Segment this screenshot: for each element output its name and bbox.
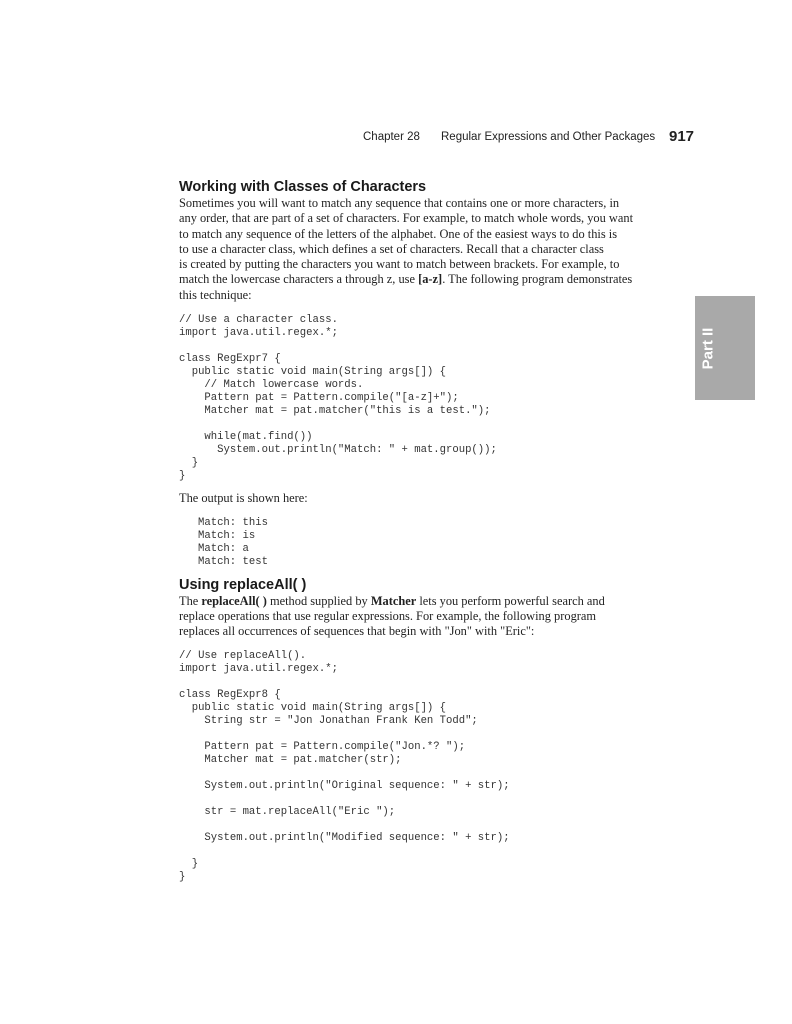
program-output: Match: this Match: is Match: a Match: te… xyxy=(198,516,268,568)
section-heading-character-classes: Working with Classes of Characters xyxy=(179,179,427,195)
running-header: Chapter 28 Regular Expressions and Other… xyxy=(0,128,792,148)
chapter-label: Chapter 28 xyxy=(363,131,420,143)
inline-code-term: replaceAll( ) xyxy=(201,593,267,608)
page-body: Working with Classes of Characters Somet… xyxy=(179,178,679,884)
chapter-title: Regular Expressions and Other Packages xyxy=(441,131,656,143)
part-tab: Part II xyxy=(695,296,755,400)
paragraph-line: to match any sequence of the letters of … xyxy=(179,226,618,241)
code-listing-regexpr8: // Use replaceAll(). import java.util.re… xyxy=(179,650,510,883)
section-paragraph-replaceall: The replaceAll( ) method supplied by Mat… xyxy=(179,594,679,640)
paragraph-text: lets you perform powerful search and xyxy=(416,593,605,608)
paragraph-text: . The following program demonstrates xyxy=(442,272,633,287)
paragraph-line: any order, that are part of a set of cha… xyxy=(179,211,634,226)
paragraph-text: method supplied by xyxy=(266,593,371,608)
paragraph-line: this technique: xyxy=(179,287,252,302)
paragraph-text: The xyxy=(179,593,202,608)
paragraph-text: match the lowercase characters a through… xyxy=(179,272,419,287)
paragraph-line: replace operations that use regular expr… xyxy=(179,608,597,623)
inline-code-term: Matcher xyxy=(370,593,417,608)
section-paragraph-character-classes: Sometimes you will want to match any seq… xyxy=(179,196,679,303)
page-number: 917 xyxy=(669,128,695,145)
output-intro: The output is shown here: xyxy=(179,491,308,506)
paragraph-line: Sometimes you will want to match any seq… xyxy=(179,196,620,210)
paragraph-line: to use a character class, which defines … xyxy=(179,241,604,256)
paragraph-line: replaces all occurrences of sequences th… xyxy=(179,624,535,639)
section-heading-replaceall: Using replaceAll( ) xyxy=(179,576,307,593)
paragraph-line: is created by putting the characters you… xyxy=(179,257,620,272)
part-tab-label: Part II xyxy=(699,327,717,369)
inline-code-term: [a-z] xyxy=(418,272,443,287)
code-listing-regexpr7: // Use a character class. import java.ut… xyxy=(179,314,497,482)
